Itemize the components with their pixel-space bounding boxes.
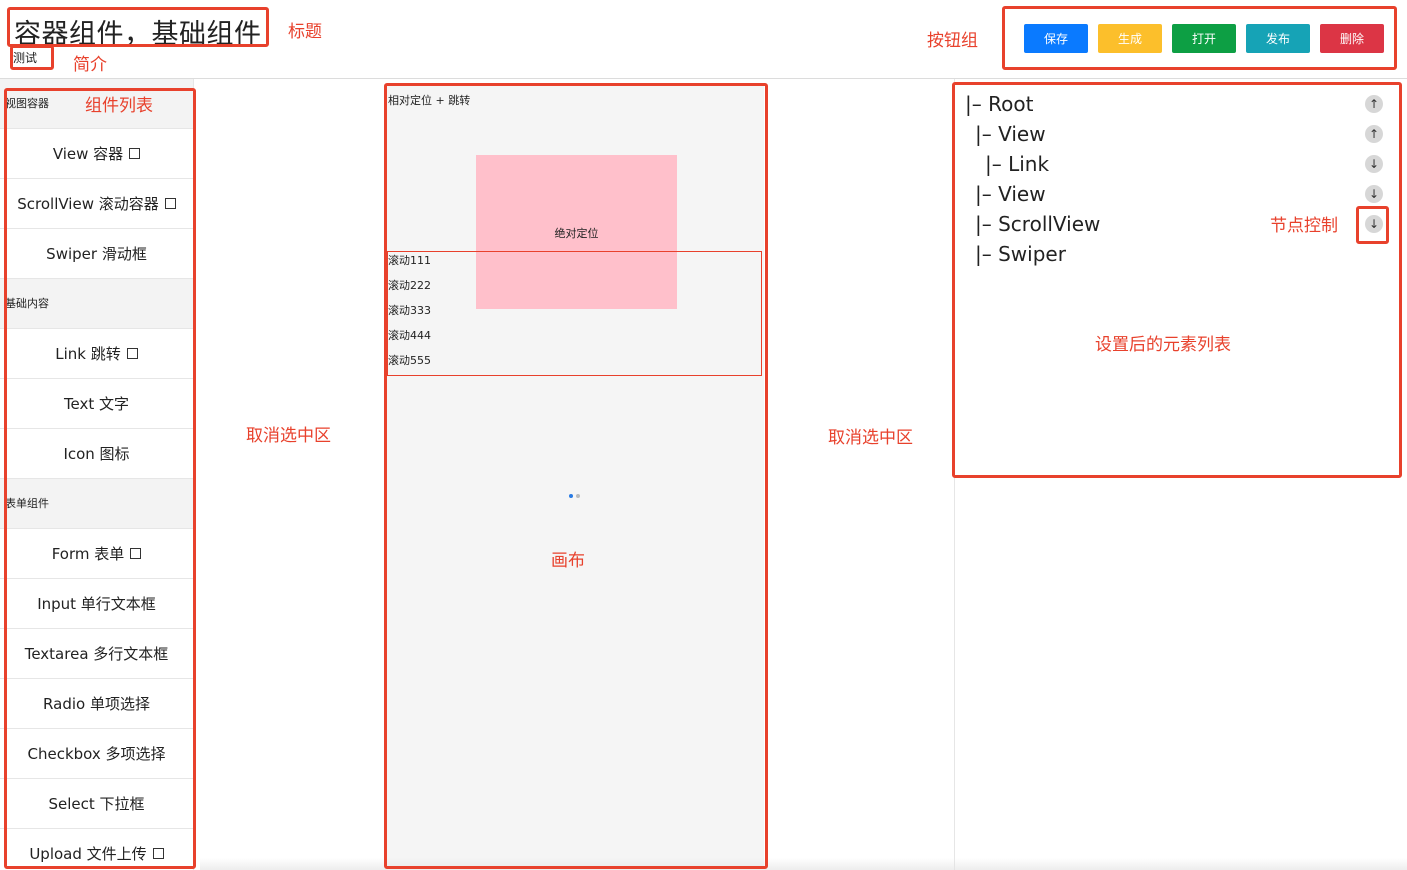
open-button[interactable]: 打开 [1172,24,1236,53]
swiper-indicator[interactable] [569,483,583,502]
page-description: 测试 [13,51,38,65]
component-label: View 容器 [52,145,124,163]
page-title: 容器组件，基础组件 [14,19,262,50]
tree-node-label: View [998,122,1046,146]
scroll-item: 滚动222 [388,279,431,292]
component-item-form[interactable]: Form 表单 [0,529,193,579]
component-item-scrollview[interactable]: ScrollView 滚动容器 [0,179,193,229]
absolute-position-label: 绝对定位 [554,227,599,240]
move-down-icon[interactable]: ↓ [1365,155,1383,173]
annotation-title: 标题 [288,22,322,42]
tree-node-scrollview[interactable]: |– ScrollView [975,212,1100,236]
tree-node-label: ScrollView [998,212,1101,236]
checkbox-icon [129,147,141,159]
annotation-canvas: 画布 [551,551,585,571]
publish-button[interactable]: 发布 [1246,24,1310,53]
delete-button[interactable]: 删除 [1320,24,1384,53]
tree-prefix: |– [975,212,999,236]
checkbox-icon [152,847,164,859]
checkbox-icon [126,347,138,359]
tree-prefix: |– [985,152,1009,176]
scroll-view[interactable]: 滚动111 滚动222 滚动333 滚动444 滚动555 [387,251,762,376]
component-label: Text 文字 [63,395,130,413]
group-header: 基础内容 [0,279,193,329]
generate-button[interactable]: 生成 [1098,24,1162,53]
component-item-text[interactable]: Text 文字 [0,379,193,429]
tree-node-swiper[interactable]: |– Swiper [975,242,1066,266]
tree-node-view[interactable]: |– View [975,122,1046,146]
component-label: Icon 图标 [63,445,130,463]
component-label: Form 表单 [51,545,125,563]
swiper-dot-active[interactable] [569,494,573,498]
component-label: Select 下拉框 [48,795,145,813]
scroll-item: 滚动111 [388,254,431,267]
checkbox-icon [164,197,176,209]
header-divider [0,78,1407,79]
swiper-dot[interactable] [576,494,580,498]
scroll-item: 滚动333 [388,304,431,317]
component-label: ScrollView 滚动容器 [17,195,159,213]
tree-node-label: Root [988,92,1034,116]
tree-node-view[interactable]: |– View [975,182,1046,206]
component-label: Link 跳转 [55,345,121,363]
tree-node-label: View [998,182,1046,206]
component-item-radio[interactable]: Radio 单项选择 [0,679,193,729]
component-item-input[interactable]: Input 单行文本框 [0,579,193,629]
annotation-element-list: 设置后的元素列表 [1095,335,1231,355]
bottom-shadow [200,858,1407,870]
save-button[interactable]: 保存 [1024,24,1088,53]
component-item-view[interactable]: View 容器 [0,129,193,179]
component-label: Swiper 滑动框 [46,245,147,263]
canvas[interactable]: 相对定位 + 跳转 绝对定位 滚动111 滚动222 滚动333 滚动444 滚… [387,86,764,866]
tree-prefix: |– [975,182,999,206]
checkbox-icon [130,547,142,559]
tree-node-root[interactable]: |– Root [965,92,1033,116]
component-item-textarea[interactable]: Textarea 多行文本框 [0,629,193,679]
component-item-swiper[interactable]: Swiper 滑动框 [0,229,193,279]
component-label: Upload 文件上传 [29,845,147,863]
component-item-select[interactable]: Select 下拉框 [0,779,193,829]
tree-node-link[interactable]: |– Link [985,152,1049,176]
component-label: Input 单行文本框 [37,595,156,613]
tree-prefix: |– [975,122,999,146]
annotation-description: 简介 [73,55,107,75]
component-item-upload[interactable]: Upload 文件上传 [0,829,193,870]
component-item-checkbox[interactable]: Checkbox 多项选择 [0,729,193,779]
component-list: 视图容器 View 容器 ScrollView 滚动容器 Swiper 滑动框 … [0,79,194,870]
component-label: Checkbox 多项选择 [27,745,166,763]
right-panel-divider [954,79,955,870]
canvas-caption[interactable]: 相对定位 + 跳转 [388,92,470,108]
tree-prefix: |– [965,92,989,116]
group-header: 表单组件 [0,479,193,529]
component-label: Textarea 多行文本框 [24,645,169,663]
component-label: Radio 单项选择 [43,695,150,713]
tree-prefix: |– [975,242,999,266]
component-item-link[interactable]: Link 跳转 [0,329,193,379]
move-down-icon[interactable]: ↓ [1365,185,1383,203]
tree-node-label: Swiper [998,242,1066,266]
tree-node-label: Link [1008,152,1050,176]
annotation-deselect-right: 取消选中区 [828,428,913,448]
annotation-deselect-left: 取消选中区 [246,426,331,446]
move-up-icon[interactable]: ↑ [1365,125,1383,143]
scroll-item: 滚动444 [388,329,431,342]
move-down-icon[interactable]: ↓ [1365,215,1383,233]
move-up-icon[interactable]: ↑ [1365,95,1383,113]
annotation-component-list: 组件列表 [85,96,153,116]
annotation-button-group: 按钮组 [927,31,978,51]
component-item-icon[interactable]: Icon 图标 [0,429,193,479]
scroll-item: 滚动555 [388,354,431,367]
annotation-node-control: 节点控制 [1270,216,1338,236]
